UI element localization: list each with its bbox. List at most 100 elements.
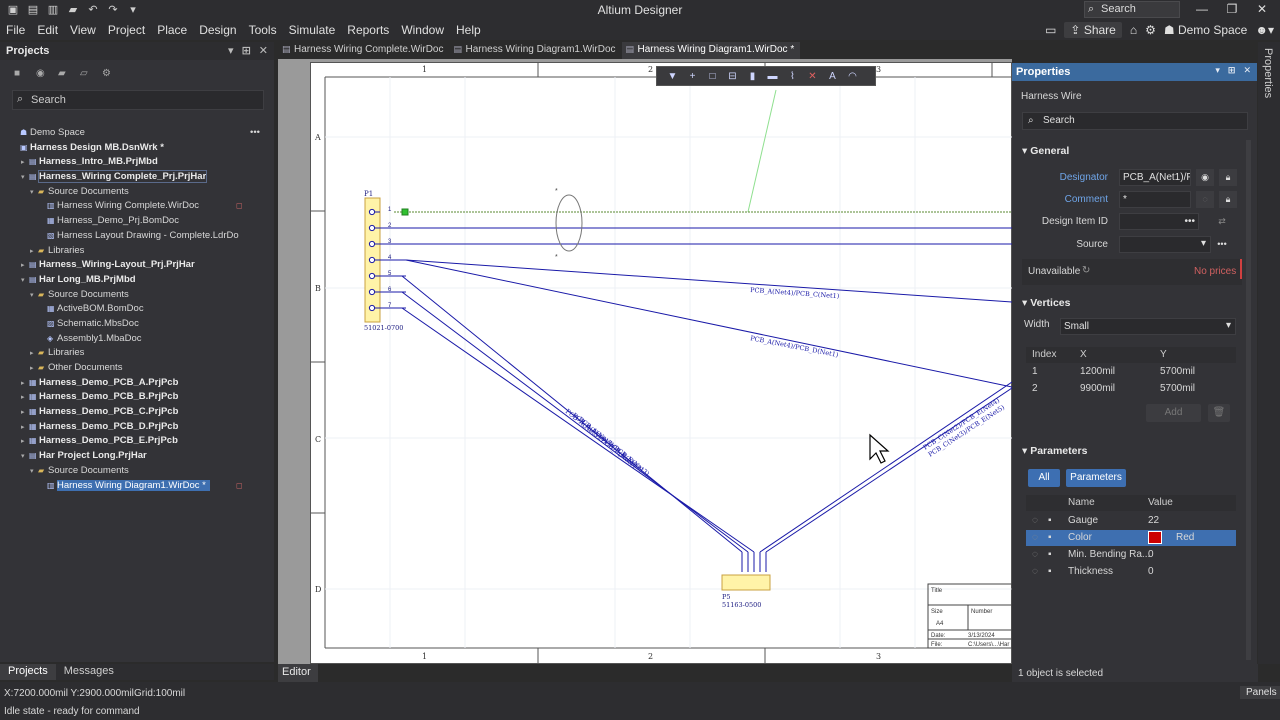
properties-side-tab[interactable]: Properties <box>1262 48 1274 98</box>
properties-search-input[interactable]: ⌕ Search <box>1022 112 1248 130</box>
menu-help[interactable]: Help <box>450 23 487 37</box>
parameter-row[interactable]: ◌ ▪ Gauge 22 <box>1026 513 1236 529</box>
pin-circle[interactable] <box>368 224 376 232</box>
tree-item[interactable]: ▥ Harness Wiring Diagram1.WirDoc * ◻ <box>0 479 274 494</box>
connector-icon[interactable]: ▮ <box>745 71 760 82</box>
tree-item[interactable]: ▸ ▰ Other Documents <box>0 361 274 376</box>
lock-icon[interactable]: 🔒︎ <box>1219 191 1237 208</box>
wire-bundle-ellipse[interactable] <box>555 194 583 252</box>
tree-item[interactable]: ▾ ▤ Harness_Wiring Complete_Prj.PrjHar <box>0 170 274 185</box>
eye-icon[interactable]: ◉ <box>1196 169 1214 186</box>
section-vertices[interactable]: ▾ Vertices <box>1022 297 1071 309</box>
connector-p5[interactable] <box>721 574 771 591</box>
gear-icon[interactable]: ⚙ <box>1145 23 1156 37</box>
color-swatch[interactable] <box>1148 531 1162 544</box>
swap-icon[interactable]: ⇄ <box>1213 213 1231 230</box>
collapsed-icon[interactable]: ▸ <box>30 362 38 377</box>
expanded-icon[interactable]: ▾ <box>21 171 29 186</box>
pin-icon[interactable]: ⊞ <box>1228 65 1236 76</box>
wire-net4-d[interactable] <box>405 259 1012 388</box>
add-vertex-button[interactable]: Add <box>1146 404 1201 422</box>
refresh-icon[interactable]: ↻ <box>1082 265 1090 276</box>
wire-net5[interactable] <box>380 275 743 553</box>
lock-icon[interactable]: 🔒︎ <box>1219 169 1237 186</box>
more-icon[interactable]: ••• <box>1213 236 1231 253</box>
close-button[interactable]: ✕ <box>1252 2 1272 16</box>
tree-item[interactable]: ☗ Demo Space ••• <box>0 126 274 141</box>
vertex-row[interactable]: 2 9900mil 5700mil <box>1026 381 1236 397</box>
tree-item[interactable]: ▥ Harness Wiring Complete.WirDoc ◻ <box>0 199 274 214</box>
tree-item[interactable]: ▸ ▤ Harness_Wiring-Layout_Prj.PrjHar <box>0 258 274 273</box>
tree-item[interactable]: ▦ ActiveBOM.BomDoc <box>0 302 274 317</box>
parameter-row[interactable]: ◌ ▪ Thickness 0 <box>1026 564 1236 580</box>
wire-icon[interactable]: ⌇ <box>785 71 800 82</box>
section-general[interactable]: ▾ General <box>1022 145 1069 157</box>
tree-item[interactable]: ▸ ▰ Libraries <box>0 346 274 361</box>
doc-tab-wiring-diagram[interactable]: Harness Wiring Diagram1.WirDoc <box>449 42 621 59</box>
lock-icon[interactable]: ▪ <box>1048 515 1052 526</box>
global-search-input[interactable]: ⌕ Search <box>1084 1 1180 18</box>
tree-item[interactable]: ▧ Harness Layout Drawing - Complete.LdrDo <box>0 229 274 244</box>
pin-circle[interactable] <box>368 272 376 280</box>
pin-circle[interactable] <box>368 256 376 264</box>
collapsed-icon[interactable]: ▸ <box>30 245 38 260</box>
tab-projects[interactable]: Projects <box>0 664 56 680</box>
collapsed-icon[interactable]: ▸ <box>21 435 29 450</box>
visibility-icon[interactable]: ◌ <box>1032 515 1038 526</box>
maximize-button[interactable]: ❐ <box>1222 2 1242 16</box>
panel-close-icon[interactable]: ✕ <box>259 44 268 57</box>
designator-field[interactable]: PCB_A(Net1)/PC <box>1119 169 1191 186</box>
tree-item[interactable]: ▣ Harness Design MB.DsnWrk * <box>0 141 274 156</box>
align-icon[interactable]: ⊟ <box>725 71 740 82</box>
expanded-icon[interactable]: ▾ <box>21 450 29 465</box>
expanded-icon[interactable]: ▾ <box>30 186 38 201</box>
tree-item[interactable]: ▦ Harness_Demo_Prj.BomDoc <box>0 214 274 229</box>
tab-messages[interactable]: Messages <box>56 664 122 680</box>
minimize-button[interactable]: — <box>1192 2 1212 16</box>
expanded-icon[interactable]: ▾ <box>30 289 38 304</box>
more-icon[interactable]: ••• <box>250 126 260 141</box>
drawing-sheet[interactable]: 1 2 3 1 2 3 A B C D P1 1234567 51021-070… <box>310 62 1012 664</box>
tree-item[interactable]: ◈ Assembly1.MbaDoc <box>0 332 274 347</box>
editor-tab[interactable]: Editor <box>278 664 318 682</box>
collapsed-icon[interactable]: ▸ <box>21 391 29 406</box>
visibility-icon[interactable]: ◌ <box>1032 566 1038 577</box>
home-icon[interactable]: ⌂ <box>1130 23 1137 37</box>
menu-tools[interactable]: Tools <box>243 23 283 37</box>
menu-window[interactable]: Window <box>395 23 450 37</box>
save-project-icon[interactable]: ■ <box>14 68 26 80</box>
design-item-field[interactable]: ••• <box>1119 213 1199 230</box>
tree-item[interactable]: ▾ ▰ Source Documents <box>0 464 274 479</box>
tree-item[interactable]: ▸ ▤ Harness_Intro_MB.PrjMbd <box>0 155 274 170</box>
tree-item[interactable]: ▸ ▦ Harness_Demo_PCB_D.PrjPcb <box>0 420 274 435</box>
visibility-icon[interactable]: ◌ <box>1032 532 1038 543</box>
lock-icon[interactable]: ▪ <box>1048 566 1052 577</box>
pin-circle[interactable] <box>368 240 376 248</box>
tree-item[interactable]: ▨ Schematic.MbsDoc <box>0 317 274 332</box>
collapsed-icon[interactable]: ▸ <box>30 347 38 362</box>
parameter-value[interactable]: 22 <box>1148 515 1159 526</box>
wire-vertex-handle[interactable] <box>401 208 409 216</box>
filter-icon[interactable]: ▼ <box>665 71 680 82</box>
tree-item[interactable]: ▸ ▰ Libraries <box>0 244 274 259</box>
parameter-value[interactable]: Red <box>1176 532 1194 543</box>
collapsed-icon[interactable]: ▸ <box>21 377 29 392</box>
wire-net7[interactable] <box>380 307 755 553</box>
panel-menu-icon[interactable]: ▾ <box>1215 65 1220 76</box>
panel-menu-icon[interactable]: ▾ <box>228 44 234 57</box>
tree-item[interactable]: ▸ ▦ Harness_Demo_PCB_A.PrjPcb <box>0 376 274 391</box>
tree-item[interactable]: ▾ ▤ Har Project Long.PrjHar <box>0 449 274 464</box>
wire-net4-c[interactable] <box>380 259 1012 303</box>
lock-icon[interactable]: ▪ <box>1048 549 1052 560</box>
wiring-diagram[interactable]: 1 2 3 1 2 3 A B C D P1 1234567 51021-070… <box>310 62 1012 664</box>
filter-parameters-button[interactable]: Parameters <box>1066 469 1126 487</box>
menu-view[interactable]: View <box>64 23 102 37</box>
user-icon[interactable]: ☻▾ <box>1255 23 1274 37</box>
comment-field[interactable]: * <box>1119 191 1191 208</box>
lock-icon[interactable]: ▪ <box>1048 532 1052 543</box>
menu-simulate[interactable]: Simulate <box>283 23 342 37</box>
panels-button[interactable]: Panels <box>1240 686 1280 699</box>
menu-edit[interactable]: Edit <box>31 23 64 37</box>
panel-close-icon[interactable]: ✕ <box>1243 65 1251 76</box>
collapsed-icon[interactable]: ▸ <box>21 406 29 421</box>
